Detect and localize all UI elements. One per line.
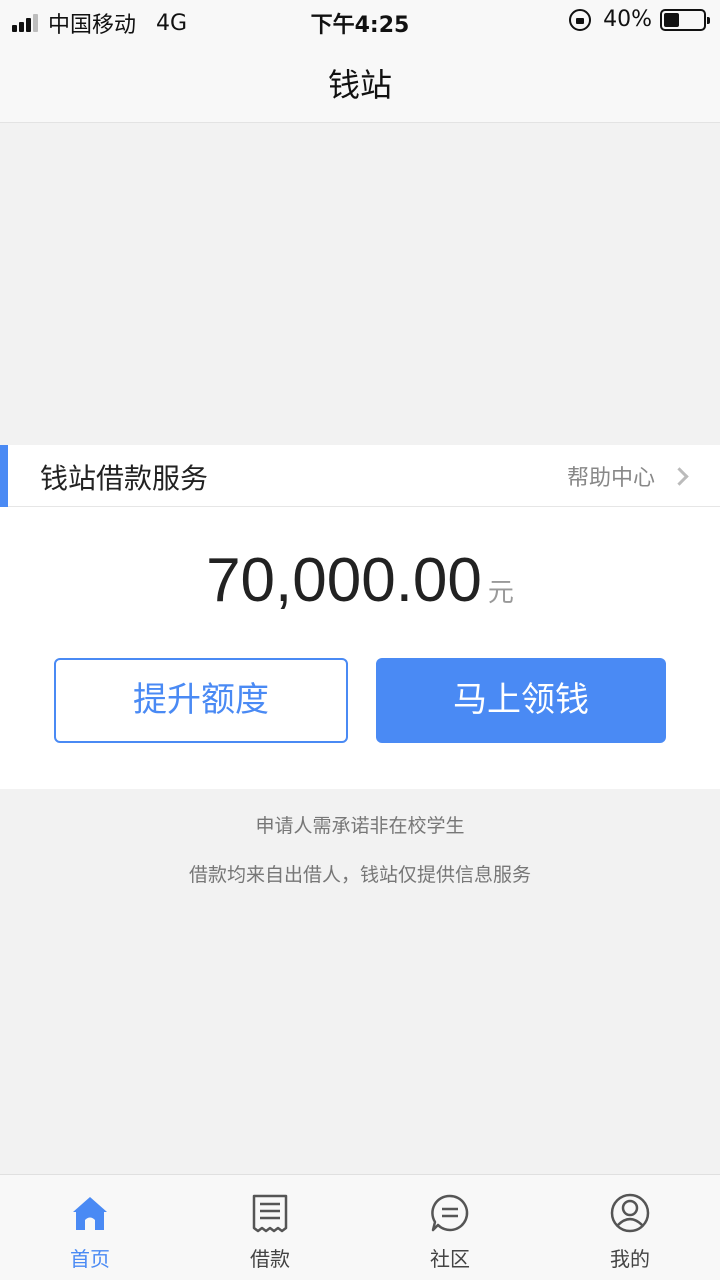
section-title: 钱站借款服务 (40, 462, 209, 495)
credit-amount: 70,000.00 (206, 546, 482, 615)
tab-community-label: 社区 (430, 1247, 470, 1271)
section-header: 钱站借款服务 帮助中心 (0, 445, 720, 507)
receipt-icon (252, 1194, 288, 1233)
tab-bar: 首页 借款 社区 我的 (0, 1174, 720, 1280)
tab-mine[interactable]: 我的 (540, 1175, 720, 1280)
nav-bar: 钱站 (0, 40, 720, 123)
help-center-label: 帮助中心 (566, 466, 655, 491)
tab-community[interactable]: 社区 (360, 1175, 540, 1280)
chevron-right-icon (670, 466, 689, 486)
tab-loan[interactable]: 借款 (180, 1175, 360, 1280)
status-right: 40% (569, 7, 710, 32)
get-money-button[interactable]: 马上领钱 (376, 658, 666, 743)
tab-loan-label: 借款 (250, 1247, 290, 1271)
tab-mine-label: 我的 (610, 1247, 650, 1271)
user-icon (610, 1193, 650, 1233)
battery-icon (660, 8, 710, 31)
amount-unit: 元 (487, 578, 514, 608)
chat-icon (431, 1194, 469, 1232)
status-bar: 中国移动 4G 下午4:25 40% (0, 0, 720, 40)
help-center-link[interactable]: 帮助中心 (566, 460, 689, 492)
notice-lender: 借款均来自出借人，钱站仅提供信息服务 (188, 864, 531, 886)
page-title: 钱站 (327, 66, 392, 104)
battery-percent: 40% (603, 7, 652, 32)
raise-limit-button[interactable]: 提升额度 (54, 658, 348, 743)
home-icon (73, 1197, 107, 1230)
banner-area (0, 123, 720, 445)
amount-row: 70,000.00 元 (0, 545, 720, 616)
rotation-lock-icon (569, 8, 592, 31)
tab-home[interactable]: 首页 (0, 1175, 180, 1280)
loan-card: 70,000.00 元 提升额度 马上领钱 (0, 507, 720, 789)
notice-student: 申请人需承诺非在校学生 (255, 815, 465, 837)
section-accent-bar (0, 445, 8, 507)
tab-home-label: 首页 (70, 1247, 110, 1271)
